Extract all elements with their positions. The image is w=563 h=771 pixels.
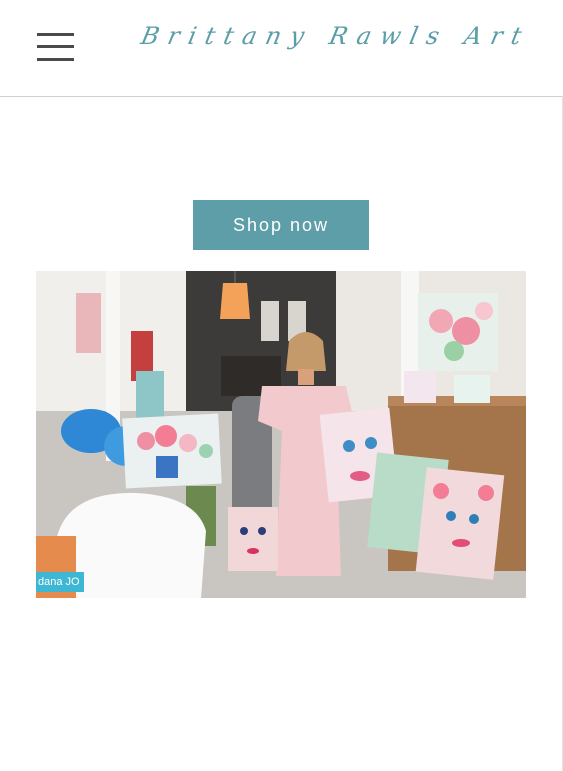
hamburger-menu-icon[interactable] xyxy=(37,33,74,61)
photographer-watermark: dana JO xyxy=(36,572,84,592)
menu-bar-top xyxy=(37,33,74,36)
shop-now-button[interactable]: Shop now xyxy=(193,200,369,250)
site-logo[interactable]: Brittany Rawls Art xyxy=(136,22,534,64)
site-header: Brittany Rawls Art xyxy=(0,0,562,97)
hero-photo-illustration xyxy=(36,271,526,598)
menu-bar-middle xyxy=(37,45,74,48)
hero-photo: dana JO xyxy=(36,271,526,598)
menu-bar-bottom xyxy=(37,58,74,61)
